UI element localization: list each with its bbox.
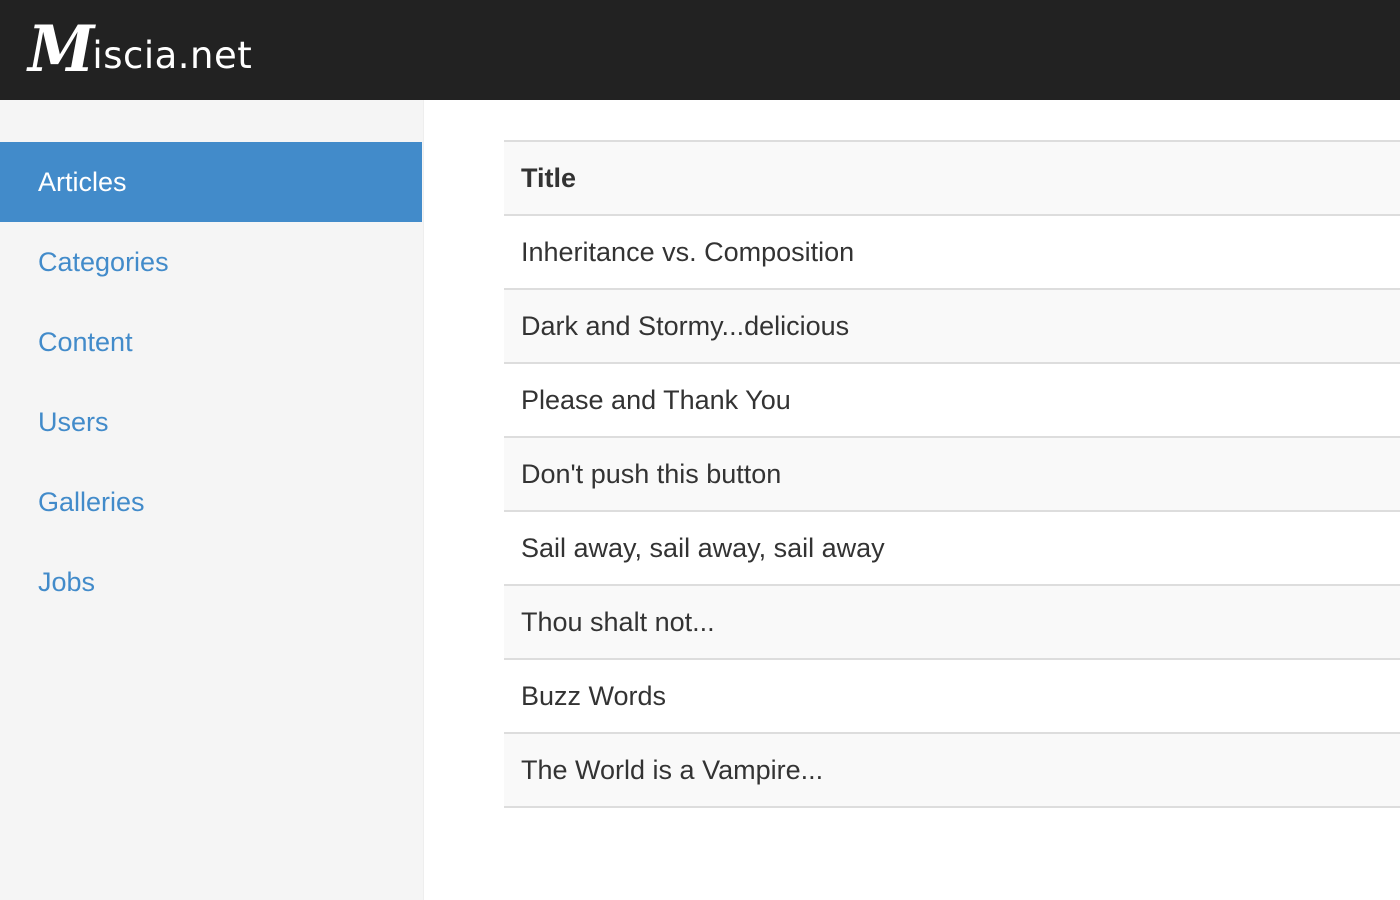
article-title[interactable]: Thou shalt not...	[504, 585, 1400, 660]
article-title[interactable]: Inheritance vs. Composition	[504, 215, 1400, 290]
logo-text: iscia.net	[92, 33, 253, 77]
sidebar-nav: Articles Categories Content Users Galler…	[0, 142, 423, 622]
sidebar-item-jobs[interactable]: Jobs	[0, 542, 422, 622]
table-row[interactable]: Buzz Words	[504, 659, 1400, 734]
article-title[interactable]: Buzz Words	[504, 659, 1400, 734]
table-row[interactable]: Please and Thank You	[504, 363, 1400, 438]
table-row[interactable]: Dark and Stormy...delicious	[504, 289, 1400, 364]
article-title[interactable]: The World is a Vampire...	[504, 733, 1400, 808]
table-row[interactable]: Thou shalt not...	[504, 585, 1400, 660]
articles-table: Title Inheritance vs. Composition Dark a…	[504, 140, 1400, 808]
article-title[interactable]: Sail away, sail away, sail away	[504, 511, 1400, 586]
sidebar: Articles Categories Content Users Galler…	[0, 100, 424, 900]
table-row[interactable]: Sail away, sail away, sail away	[504, 511, 1400, 586]
table-row[interactable]: Don't push this button	[504, 437, 1400, 512]
article-title[interactable]: Dark and Stormy...delicious	[504, 289, 1400, 364]
sidebar-item-categories[interactable]: Categories	[0, 222, 422, 302]
article-title[interactable]: Don't push this button	[504, 437, 1400, 512]
table-header-row: Title	[504, 141, 1400, 216]
site-logo[interactable]: M iscia.net	[28, 14, 252, 86]
sidebar-item-users[interactable]: Users	[0, 382, 422, 462]
article-title[interactable]: Please and Thank You	[504, 363, 1400, 438]
sidebar-item-galleries[interactable]: Galleries	[0, 462, 422, 542]
top-navbar: M iscia.net	[0, 0, 1400, 100]
sidebar-item-articles[interactable]: Articles	[0, 142, 422, 222]
main-content: Title Inheritance vs. Composition Dark a…	[504, 140, 1400, 808]
sidebar-item-content[interactable]: Content	[0, 302, 422, 382]
column-header-title: Title	[504, 141, 1400, 216]
logo-initial: M	[28, 12, 94, 88]
table-row[interactable]: Inheritance vs. Composition	[504, 215, 1400, 290]
table-row[interactable]: The World is a Vampire...	[504, 733, 1400, 808]
